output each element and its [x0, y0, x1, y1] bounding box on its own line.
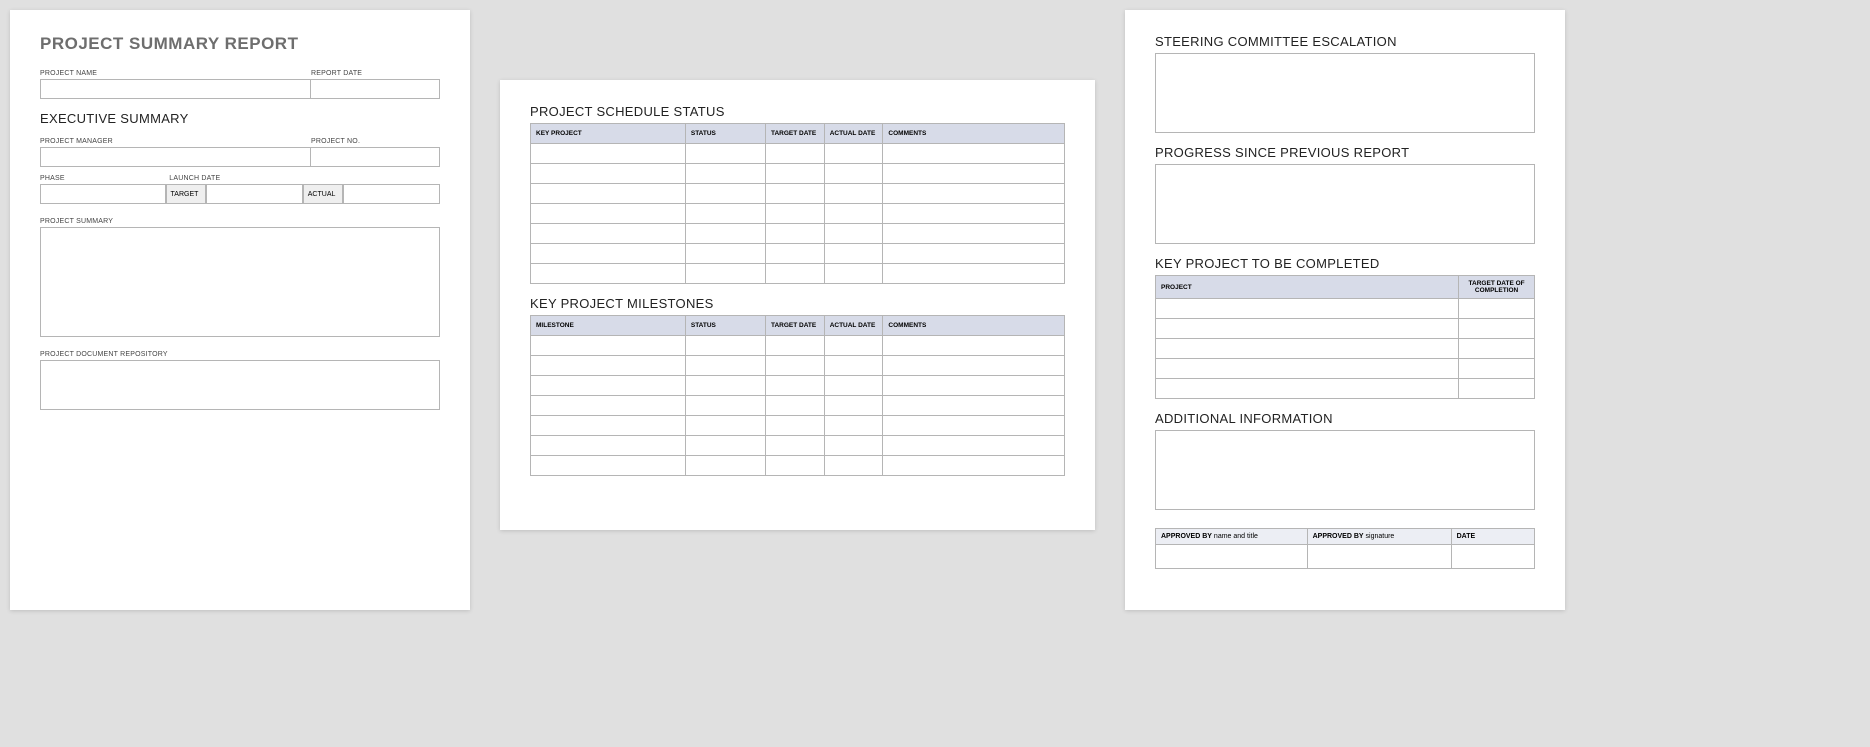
key-project-row[interactable]: [1156, 319, 1535, 339]
executive-summary-title: EXECUTIVE SUMMARY: [40, 111, 440, 126]
schedule-row[interactable]: [531, 204, 1065, 224]
approved-by-bold-2: APPROVED BY: [1313, 533, 1364, 540]
approval-header-name: APPROVED BY name and title: [1156, 529, 1308, 545]
milestones-title: KEY PROJECT MILESTONES: [530, 296, 1065, 311]
additional-info-input[interactable]: [1155, 430, 1535, 510]
approval-table: APPROVED BY name and title APPROVED BY s…: [1155, 528, 1535, 569]
milestones-header-status: STATUS: [685, 316, 765, 336]
approval-header-row: APPROVED BY name and title APPROVED BY s…: [1156, 529, 1535, 545]
key-project-header-project: PROJECT: [1156, 276, 1459, 299]
launch-date-label: LAUNCH DATE: [169, 175, 440, 182]
project-summary-label: PROJECT SUMMARY: [40, 218, 440, 225]
schedule-row[interactable]: [531, 224, 1065, 244]
milestone-row[interactable]: [531, 456, 1065, 476]
milestones-header-comments: COMMENTS: [883, 316, 1065, 336]
project-manager-input[interactable]: [40, 147, 311, 167]
schedule-row[interactable]: [531, 164, 1065, 184]
approval-header-date: DATE: [1451, 529, 1534, 545]
approval-row[interactable]: [1156, 545, 1535, 569]
milestone-row[interactable]: [531, 356, 1065, 376]
repository-label: PROJECT DOCUMENT REPOSITORY: [40, 351, 440, 358]
actual-date-input[interactable]: [343, 184, 440, 204]
phase-label: PHASE: [40, 175, 169, 182]
milestone-row[interactable]: [531, 396, 1065, 416]
workspace: PROJECT SUMMARY REPORT PROJECT NAME REPO…: [10, 10, 1860, 610]
milestones-header-row: MILESTONE STATUS TARGET DATE ACTUAL DATE…: [531, 316, 1065, 336]
key-project-row[interactable]: [1156, 299, 1535, 319]
schedule-header-comments: COMMENTS: [883, 124, 1065, 144]
schedule-header-keyproject: KEY PROJECT: [531, 124, 686, 144]
approved-by-signature: signature: [1366, 533, 1395, 540]
schedule-status-table: KEY PROJECT STATUS TARGET DATE ACTUAL DA…: [530, 123, 1065, 284]
additional-info-title: ADDITIONAL INFORMATION: [1155, 411, 1535, 426]
schedule-row[interactable]: [531, 264, 1065, 284]
report-date-label: REPORT DATE: [311, 70, 440, 77]
key-project-header-row: PROJECT TARGET DATE OF COMPLETION: [1156, 276, 1535, 299]
page-1: PROJECT SUMMARY REPORT PROJECT NAME REPO…: [10, 10, 470, 610]
report-date-input[interactable]: [311, 79, 440, 99]
phase-input[interactable]: [40, 184, 166, 204]
milestones-header-milestone: MILESTONE: [531, 316, 686, 336]
key-project-completed-title: KEY PROJECT TO BE COMPLETED: [1155, 256, 1535, 271]
schedule-header-row: KEY PROJECT STATUS TARGET DATE ACTUAL DA…: [531, 124, 1065, 144]
schedule-status-title: PROJECT SCHEDULE STATUS: [530, 104, 1065, 119]
target-sublabel-text: TARGET: [171, 191, 199, 198]
key-project-row[interactable]: [1156, 379, 1535, 399]
schedule-row[interactable]: [531, 184, 1065, 204]
steering-title: STEERING COMMITTEE ESCALATION: [1155, 34, 1535, 49]
actual-sublabel-text: ACTUAL: [308, 191, 336, 198]
document-title: PROJECT SUMMARY REPORT: [40, 34, 440, 54]
milestone-row[interactable]: [531, 376, 1065, 396]
approved-by-nameandtitle: name and title: [1214, 533, 1258, 540]
project-name-input[interactable]: [40, 79, 311, 99]
milestones-header-targetdate: TARGET DATE: [765, 316, 824, 336]
progress-input[interactable]: [1155, 164, 1535, 244]
project-summary-input[interactable]: [40, 227, 440, 337]
project-no-label: PROJECT NO.: [311, 138, 440, 145]
project-name-label: PROJECT NAME: [40, 70, 311, 77]
repository-input[interactable]: [40, 360, 440, 410]
key-project-row[interactable]: [1156, 359, 1535, 379]
schedule-row[interactable]: [531, 244, 1065, 264]
milestones-header-actualdate: ACTUAL DATE: [824, 316, 883, 336]
schedule-header-status: STATUS: [685, 124, 765, 144]
key-project-row[interactable]: [1156, 339, 1535, 359]
actual-sublabel: ACTUAL: [303, 184, 343, 204]
milestone-row[interactable]: [531, 436, 1065, 456]
key-project-header-targetdate: TARGET DATE OF COMPLETION: [1459, 276, 1535, 299]
steering-input[interactable]: [1155, 53, 1535, 133]
approval-date-label: DATE: [1457, 533, 1476, 540]
progress-title: PROGRESS SINCE PREVIOUS REPORT: [1155, 145, 1535, 160]
schedule-row[interactable]: [531, 144, 1065, 164]
approval-header-signature: APPROVED BY signature: [1307, 529, 1451, 545]
approved-by-bold-1: APPROVED BY: [1161, 533, 1212, 540]
milestone-row[interactable]: [531, 416, 1065, 436]
project-manager-label: PROJECT MANAGER: [40, 138, 311, 145]
project-no-input[interactable]: [311, 147, 440, 167]
target-sublabel: TARGET: [166, 184, 206, 204]
key-project-table: PROJECT TARGET DATE OF COMPLETION: [1155, 275, 1535, 399]
schedule-header-targetdate: TARGET DATE: [765, 124, 824, 144]
schedule-header-actualdate: ACTUAL DATE: [824, 124, 883, 144]
milestone-row[interactable]: [531, 336, 1065, 356]
page-3: STEERING COMMITTEE ESCALATION PROGRESS S…: [1125, 10, 1565, 610]
page-2: PROJECT SCHEDULE STATUS KEY PROJECT STAT…: [500, 80, 1095, 530]
target-date-input[interactable]: [206, 184, 303, 204]
milestones-table: MILESTONE STATUS TARGET DATE ACTUAL DATE…: [530, 315, 1065, 476]
